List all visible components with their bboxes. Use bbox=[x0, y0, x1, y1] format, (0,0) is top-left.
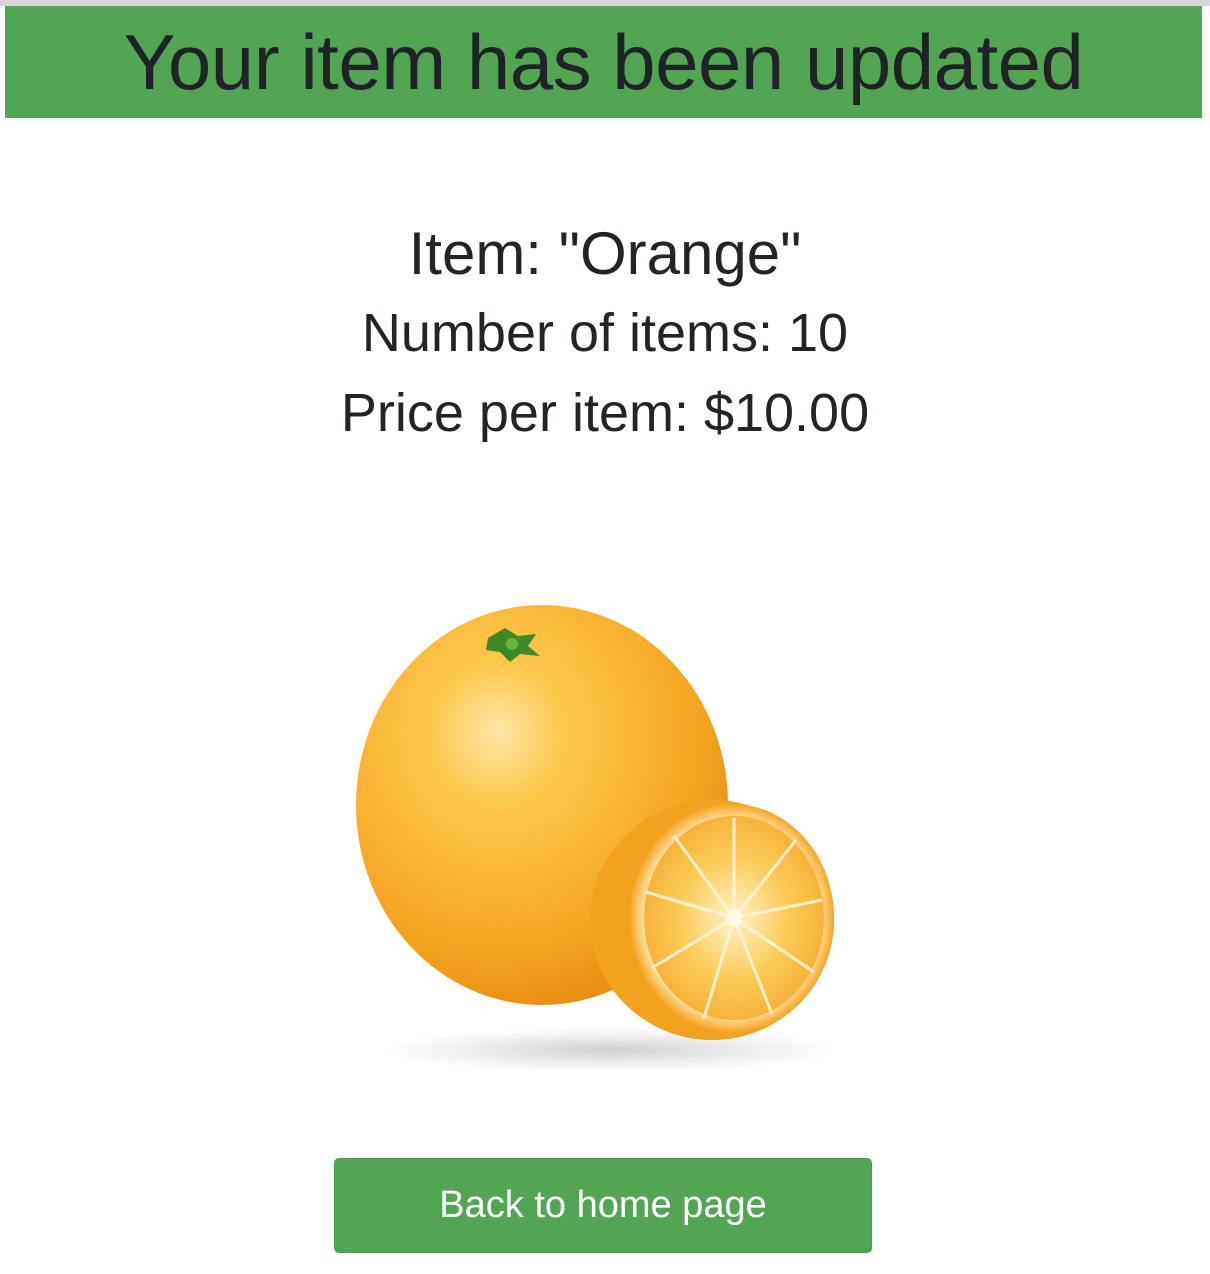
banner-message: Your item has been updated bbox=[123, 18, 1084, 106]
orange-shadow bbox=[380, 1028, 840, 1072]
success-banner: Your item has been updated bbox=[5, 6, 1202, 118]
orange-core bbox=[726, 910, 742, 926]
item-name: Item: "Orange" bbox=[408, 220, 802, 287]
item-quantity: Number of items: 10 bbox=[361, 303, 849, 363]
orange-image bbox=[340, 590, 870, 1080]
orange-illustration bbox=[356, 605, 840, 1072]
back-to-home-button[interactable]: Back to home page bbox=[334, 1158, 872, 1253]
item-details: Item: "Orange" Number of items: 10 Price… bbox=[0, 215, 1210, 453]
item-price: Price per item: $10.00 bbox=[340, 383, 870, 443]
